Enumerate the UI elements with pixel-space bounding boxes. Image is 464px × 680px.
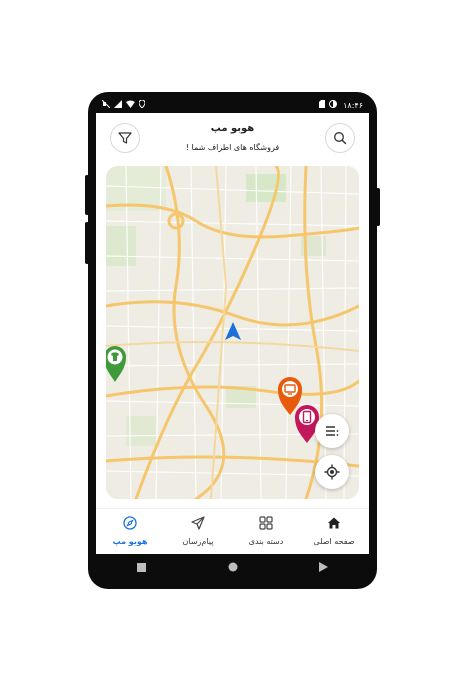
search-button[interactable] (325, 123, 355, 153)
nav-item-categories[interactable]: دسته بندی (232, 515, 300, 546)
back-button[interactable] (314, 557, 334, 577)
store-list-button[interactable] (315, 414, 349, 448)
phone-side-button (85, 175, 89, 215)
user-location-marker (225, 322, 241, 340)
clothing-store-pin[interactable] (106, 346, 126, 386)
battery-icon (329, 100, 337, 108)
shirt-icon (106, 346, 126, 382)
status-time: ۱۸:۴۶ (343, 101, 363, 110)
nav-label: دسته بندی (248, 537, 284, 546)
app-header: هوبو مپ فروشگاه های اطراف شما ! (96, 113, 369, 163)
back-triangle-icon (319, 562, 328, 572)
status-bar: ۱۸:۴۶ (96, 98, 369, 113)
nav-item-home[interactable]: صفحه اصلی (300, 515, 368, 546)
status-icons-right (319, 100, 337, 108)
compass-icon (123, 516, 137, 530)
nav-label: هوبو مپ (112, 537, 148, 546)
system-navigation-bar (96, 554, 369, 580)
wifi-icon (126, 100, 135, 108)
status-icons-left (102, 100, 145, 108)
nav-label: صفحه اصلی (313, 537, 355, 546)
stop-icon (137, 562, 146, 572)
list-icon (326, 426, 339, 436)
send-icon (191, 516, 205, 530)
location-icon (139, 100, 145, 108)
bottom-navigation: هوبو مپ پیام‌رسان دسته بندی صفحه اصلی (96, 508, 369, 557)
nav-item-messenger[interactable]: پیام‌رسان (164, 515, 232, 546)
map-view[interactable] (106, 166, 359, 499)
my-location-button[interactable] (315, 455, 349, 489)
phone-power-button (376, 188, 380, 226)
mute-icon (102, 100, 110, 108)
grid-icon (259, 516, 273, 530)
home-button[interactable] (223, 557, 243, 577)
nav-label: پیام‌رسان (182, 537, 214, 546)
search-icon (334, 132, 347, 145)
nav-item-hobo-map[interactable]: هوبو مپ (96, 515, 164, 546)
app-screen: ۱۸:۴۶ هوبو مپ فروشگاه های اطراف شما ! هو… (96, 98, 369, 580)
sim-icon (319, 100, 325, 108)
phone-side-button (85, 222, 89, 264)
home-icon (328, 517, 340, 529)
signal-icon (114, 100, 122, 108)
my-location-icon (324, 464, 340, 480)
recents-button[interactable] (132, 557, 152, 577)
home-circle-icon (228, 562, 237, 572)
